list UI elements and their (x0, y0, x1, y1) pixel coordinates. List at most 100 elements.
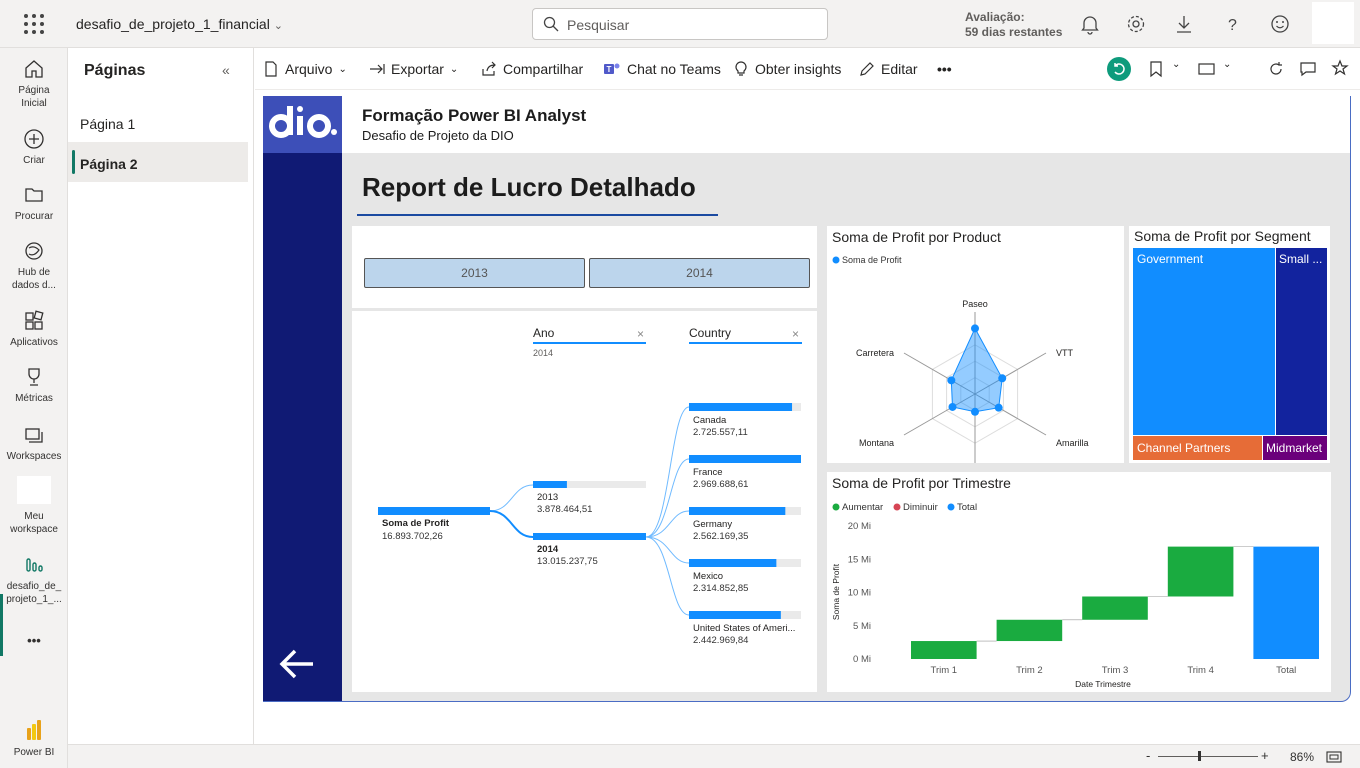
legend-aumentar: Aumentar (842, 502, 883, 513)
share-icon (482, 61, 496, 76)
my-workspace-avatar (17, 476, 51, 504)
radar-point[interactable] (971, 407, 979, 416)
tree-country-value: 2.314.852,85 (693, 583, 748, 594)
tree-year-value: 3.878.464,51 (537, 504, 592, 515)
radar-axis-label: Paseo (962, 299, 988, 309)
zoom-slider-thumb[interactable] (1198, 751, 1201, 761)
star-icon[interactable] (1331, 59, 1349, 77)
treemap-tile-channel-partners[interactable]: Channel Partners (1133, 436, 1262, 460)
collapse-pane-icon[interactable]: « (222, 62, 230, 78)
nav-my-workspace[interactable]: Meu workspace (0, 476, 68, 536)
nav-datahub[interactable]: Hub de dados d... (0, 240, 68, 292)
download-icon[interactable] (1172, 12, 1196, 36)
tree-bar-country[interactable] (689, 559, 777, 567)
waterfall-bar-increase[interactable] (996, 619, 1063, 642)
search-input[interactable]: Pesquisar (532, 8, 828, 40)
tree-country-value: 2.725.557,11 (693, 427, 748, 438)
chevron-down-icon[interactable]: ⌄ (1223, 59, 1231, 70)
export-icon (370, 64, 385, 74)
slicer-option-2014[interactable]: 2014 (589, 258, 810, 288)
back-arrow-icon[interactable] (277, 646, 317, 682)
legend-total: Total (957, 502, 977, 513)
bookmark-icon[interactable] (1148, 60, 1164, 78)
tree-bar-year[interactable] (533, 533, 646, 540)
waterfall-bar-total[interactable] (1253, 546, 1319, 659)
radar-point[interactable] (947, 376, 956, 385)
arquivo-menu[interactable]: Arquivo ⌄ (263, 61, 347, 77)
tree-bar-country[interactable] (689, 455, 801, 463)
compartilhar-button[interactable]: Compartilhar (481, 61, 583, 77)
waterfall-ytick: 15 Mi (848, 554, 871, 565)
nav-browse-label: Procurar (14, 211, 54, 222)
feedback-smiley-icon[interactable] (1268, 12, 1292, 36)
nav-more-label: ••• (27, 633, 41, 648)
exportar-menu[interactable]: Exportar ⌄ (369, 61, 458, 77)
nav-current-report[interactable]: desafio_de_ projeto_1_... (0, 554, 68, 606)
radar-point[interactable] (998, 374, 1007, 383)
home-icon (25, 60, 43, 78)
tree-bar-root[interactable] (378, 507, 490, 515)
nav-metrics[interactable]: Métricas (0, 366, 68, 405)
chevron-down-icon[interactable]: ⌄ (1172, 59, 1180, 70)
tree-bar-country[interactable] (689, 403, 793, 411)
zoom-slider-track[interactable] (1158, 756, 1258, 757)
tree-country-label: Canada (693, 415, 727, 426)
svg-text:?: ? (1228, 17, 1237, 34)
exportar-label: Exportar (391, 61, 444, 77)
nav-apps[interactable]: Aplicativos (0, 310, 68, 349)
app-title[interactable]: desafio_de_projeto_1_financial ⌄ (76, 16, 283, 32)
radar-point[interactable] (948, 402, 957, 411)
waterfall-bar-increase[interactable] (911, 641, 977, 659)
radar-chart: Soma de Profit por Product Soma de Profi… (827, 226, 1124, 463)
dio-logo (263, 96, 342, 153)
editar-button[interactable]: Editar (859, 61, 918, 77)
legend-dot-total (947, 503, 955, 511)
page-item-1[interactable]: Página 1 (68, 102, 248, 142)
nav-browse[interactable]: Procurar (0, 184, 68, 223)
help-icon[interactable]: ? (1220, 12, 1244, 36)
waterfall-bar-increase[interactable] (1167, 546, 1234, 597)
radar-point[interactable] (994, 403, 1003, 412)
trial-label: Avaliação: (965, 10, 1025, 24)
avatar[interactable] (1312, 2, 1354, 44)
dio-logo-icon (269, 106, 337, 138)
waterfall-bar-increase[interactable] (1082, 596, 1148, 620)
zoom-in-icon[interactable]: + (1261, 748, 1269, 763)
gear-icon[interactable] (1124, 12, 1148, 36)
reset-icon[interactable] (1107, 57, 1131, 81)
waterfall-ytick: 10 Mi (848, 588, 871, 599)
ano-header-line (533, 342, 646, 344)
bell-icon[interactable] (1078, 12, 1102, 36)
country-remove-icon[interactable]: × (792, 327, 799, 341)
nav-more[interactable]: ••• (0, 634, 68, 647)
treemap-tile-small[interactable]: Small ... (1276, 248, 1327, 435)
more-options-button[interactable]: ••• (937, 61, 952, 77)
trial-status: Avaliação: 59 dias restantes (965, 10, 1062, 40)
view-icon[interactable] (1197, 60, 1217, 78)
refresh-icon[interactable] (1267, 60, 1285, 78)
nav-create[interactable]: Criar (0, 128, 68, 167)
nav-home[interactable]: Página Inicial (0, 58, 68, 110)
slicer-option-2013[interactable]: 2013 (364, 258, 585, 288)
waterfall-svg: Aumentar Diminuir Total 0 Mi 5 Mi 10 Mi 15 … (831, 502, 1319, 689)
treemap-tile-government[interactable]: Government (1133, 248, 1275, 435)
radar-point[interactable] (971, 324, 979, 333)
app-launcher-icon[interactable] (24, 14, 44, 34)
report-header-title: Formação Power BI Analyst (362, 106, 587, 125)
comment-icon[interactable] (1299, 60, 1317, 78)
fit-to-page-icon[interactable] (1326, 751, 1342, 763)
zoom-out-icon[interactable]: - (1146, 748, 1150, 763)
tree-bar-country[interactable] (689, 507, 786, 515)
arquivo-label: Arquivo (285, 61, 333, 77)
treemap-tile-midmarket[interactable]: Midmarket (1263, 436, 1327, 460)
page-item-2[interactable]: Página 2 (68, 142, 248, 182)
tree-year-label: 2013 (537, 492, 558, 503)
teams-chat-button[interactable]: T Chat no Teams (603, 61, 721, 77)
treemap-label-midmarket: Midmarket (1266, 441, 1323, 455)
tree-bar-country[interactable] (689, 611, 781, 619)
ano-remove-icon[interactable]: × (637, 327, 644, 341)
insights-button[interactable]: Obter insights (733, 61, 841, 77)
nav-workspaces[interactable]: Workspaces (0, 424, 68, 463)
chevron-down-icon: ⌄ (273, 20, 283, 32)
tree-bar-year[interactable] (533, 481, 567, 488)
